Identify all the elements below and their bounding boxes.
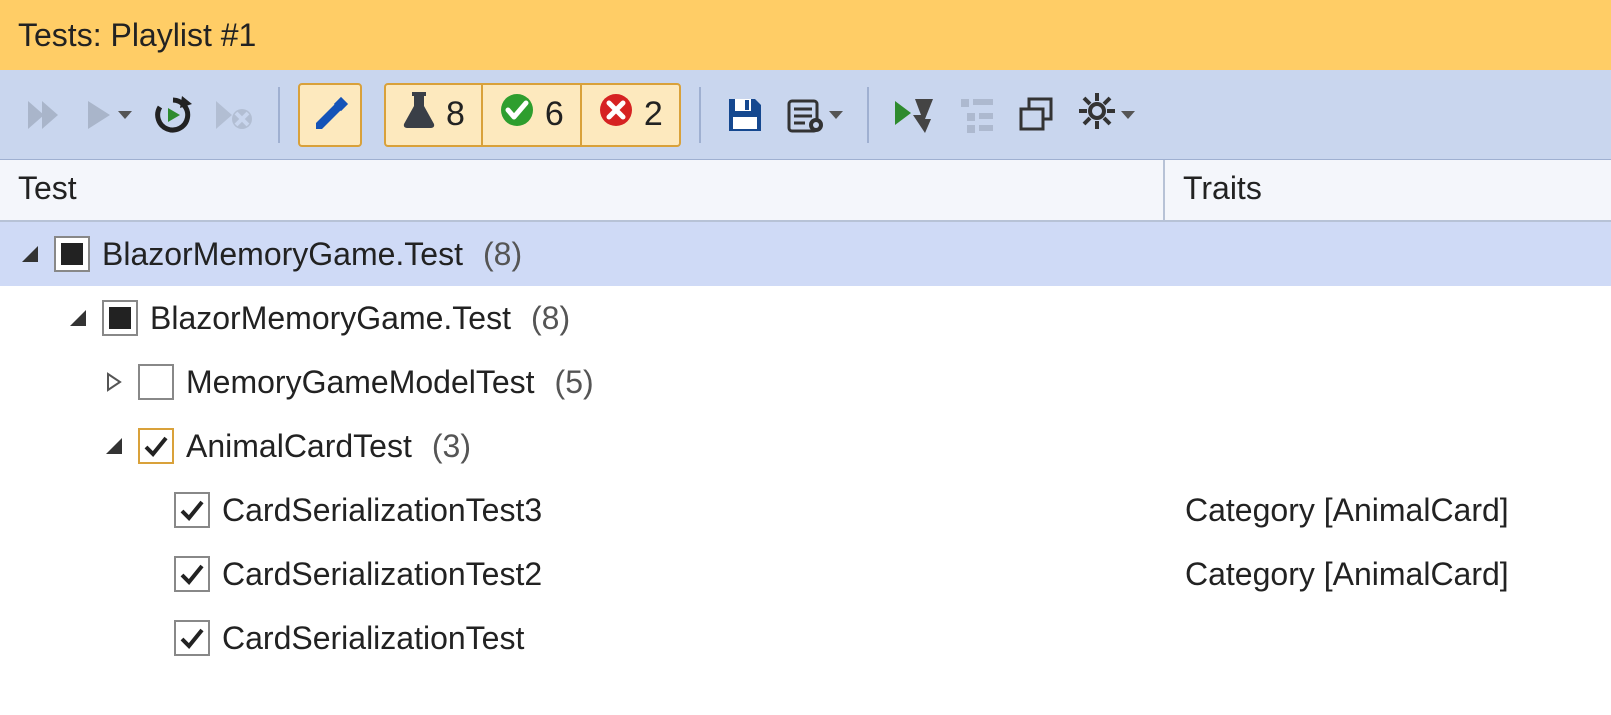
tree-label: BlazorMemoryGame.Test (102, 236, 463, 273)
total-tests-button[interactable]: 8 (386, 85, 483, 145)
trait-cell: Category [AnimalCard] (1165, 556, 1611, 593)
trait-cell: Category [AnimalCard] (1165, 492, 1611, 529)
tree-row-test[interactable]: CardSerializationTest2 Category [AnimalC… (0, 542, 1611, 606)
playlist-options-button[interactable] (779, 85, 849, 145)
failed-count: 2 (644, 95, 663, 134)
expander-open-icon[interactable] (66, 306, 90, 330)
column-label: Traits (1183, 170, 1262, 206)
title-bar: Tests: Playlist #1 (0, 0, 1611, 70)
separator (278, 87, 280, 143)
total-count: 8 (446, 95, 465, 134)
edit-playlist-button[interactable] (298, 83, 362, 147)
window-title: Tests: Playlist #1 (18, 17, 256, 54)
column-label: Test (18, 170, 77, 206)
expander-open-icon[interactable] (102, 434, 126, 458)
repeat-last-run-button[interactable] (146, 85, 200, 145)
flask-icon (402, 90, 436, 139)
failed-tests-button[interactable]: 2 (582, 85, 679, 145)
checkbox-checked[interactable] (174, 620, 210, 656)
tree-label: AnimalCardTest (186, 428, 412, 465)
chevron-down-icon (118, 111, 132, 119)
checkbox-checked[interactable] (174, 556, 210, 592)
open-windows-button[interactable] (1011, 85, 1063, 145)
tree-row-namespace[interactable]: BlazorMemoryGame.Test (8) (0, 286, 1611, 350)
trait-text: Category [AnimalCard] (1185, 556, 1509, 592)
tree-row-class[interactable]: MemoryGameModelTest (5) (0, 350, 1611, 414)
save-playlist-button[interactable] (719, 85, 771, 145)
check-circle-icon (499, 92, 535, 137)
chevron-down-icon (829, 111, 843, 119)
run-button[interactable] (78, 85, 138, 145)
tree-label: CardSerializationTest3 (222, 492, 542, 529)
separator (867, 87, 869, 143)
tree-count: (8) (483, 236, 522, 273)
settings-button[interactable] (1071, 85, 1141, 145)
tree-row-test[interactable]: CardSerializationTest3 Category [AnimalC… (0, 478, 1611, 542)
column-header-row: Test Traits (0, 160, 1611, 222)
tree-count: (5) (555, 364, 594, 401)
tree-label: CardSerializationTest2 (222, 556, 542, 593)
x-circle-icon (598, 92, 634, 137)
column-header-test[interactable]: Test (0, 160, 1165, 220)
checkbox-checked[interactable] (174, 492, 210, 528)
tree-row-class[interactable]: AnimalCardTest (3) (0, 414, 1611, 478)
gear-icon (1077, 91, 1117, 139)
cancel-run-button[interactable] (208, 85, 260, 145)
passed-tests-button[interactable]: 6 (483, 85, 582, 145)
tree-row-assembly[interactable]: BlazorMemoryGame.Test (8) (0, 222, 1611, 286)
tree-row-test[interactable]: CardSerializationTest (0, 606, 1611, 670)
expander-open-icon[interactable] (18, 242, 42, 266)
toolbar: 8 6 2 (0, 70, 1611, 160)
tree-count: (8) (531, 300, 570, 337)
checkbox-unchecked[interactable] (138, 364, 174, 400)
expander-closed-icon[interactable] (102, 370, 126, 394)
tree-label: MemoryGameModelTest (186, 364, 535, 401)
test-tree: BlazorMemoryGame.Test (8) BlazorMemoryGa… (0, 222, 1611, 670)
tree-label: BlazorMemoryGame.Test (150, 300, 511, 337)
trait-text: Category [AnimalCard] (1185, 492, 1509, 528)
separator (699, 87, 701, 143)
run-all-in-view-button[interactable] (18, 85, 70, 145)
checkbox-mixed[interactable] (54, 236, 90, 272)
column-header-traits[interactable]: Traits (1165, 160, 1611, 220)
show-test-hierarchy-button[interactable] (951, 85, 1003, 145)
passed-count: 6 (545, 95, 564, 134)
run-until-failure-button[interactable] (887, 85, 943, 145)
checkbox-checked[interactable] (138, 428, 174, 464)
chevron-down-icon (1121, 111, 1135, 119)
tree-count: (3) (432, 428, 471, 465)
checkbox-mixed[interactable] (102, 300, 138, 336)
test-counts-group: 8 6 2 (384, 83, 681, 147)
tree-label: CardSerializationTest (222, 620, 524, 657)
